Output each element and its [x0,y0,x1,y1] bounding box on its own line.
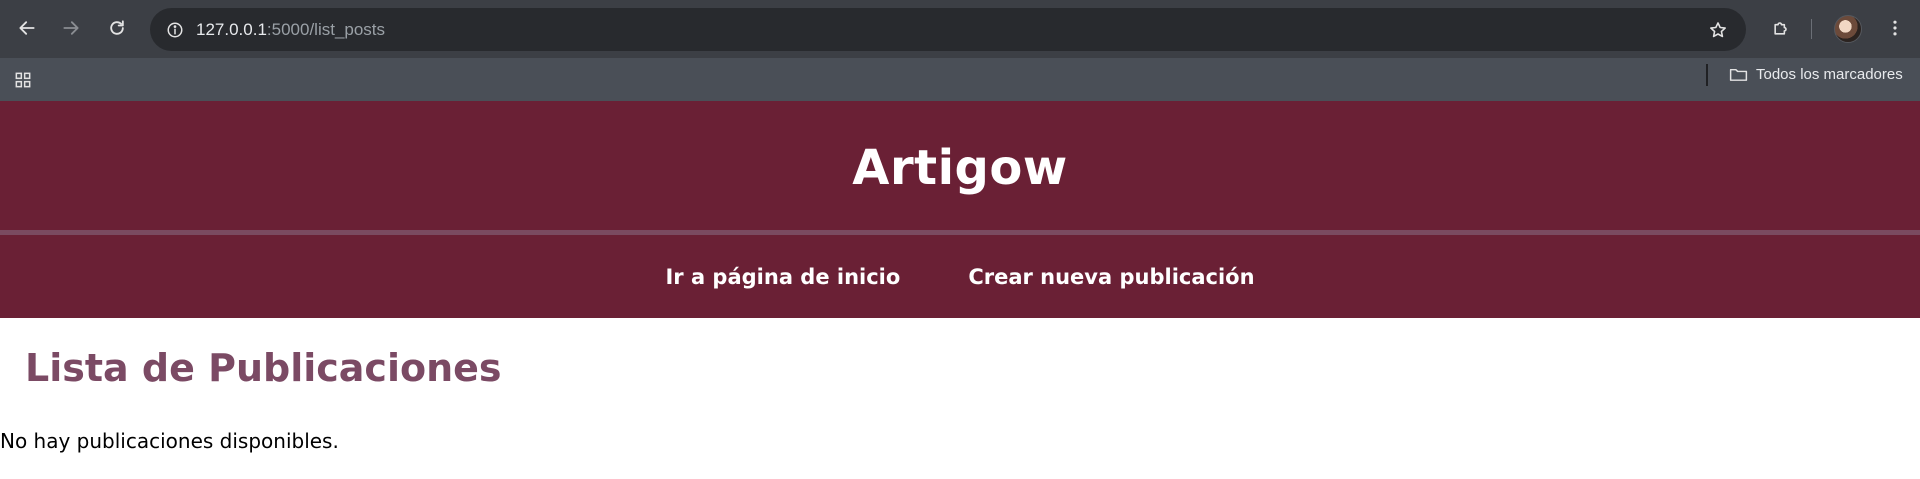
star-icon [1709,21,1726,37]
site-info-icon [167,22,182,37]
bookmarks-divider [1706,64,1708,86]
page-title: Lista de Publicaciones [25,346,502,390]
site-info-button[interactable] [158,13,191,46]
reload-icon [110,20,124,35]
bookmark-star-button[interactable] [1701,13,1734,46]
nav-new-post-link[interactable]: Crear nueva publicación [968,265,1254,289]
empty-state-message: No hay publicaciones disponibles. [0,429,339,453]
puzzle-icon [1774,22,1787,35]
site-header: Artigow [0,101,1920,230]
url-text[interactable]: 127.0.0.1:5000/list_posts [196,8,385,51]
reload-button[interactable] [98,9,136,47]
profile-avatar[interactable] [1834,15,1862,43]
nav-home-link[interactable]: Ir a página de inicio [665,265,900,289]
more-vertical-icon [1893,20,1897,36]
browser-toolbar: 127.0.0.1:5000/list_posts [0,0,1920,58]
all-bookmarks-label: Todos los marcadores [1756,66,1903,83]
all-bookmarks-button[interactable]: Todos los marcadores [1722,58,1909,91]
apps-grid-icon [15,72,31,88]
forward-button[interactable] [52,9,90,47]
url-path: :5000/list_posts [266,20,386,39]
bookmarks-bar: Todos los marcadores [0,58,1920,101]
browser-menu-button[interactable] [1876,9,1914,47]
site-nav: Ir a página de inicio Crear nueva public… [0,235,1920,318]
folder-icon [1729,68,1748,81]
address-bar[interactable]: 127.0.0.1:5000/list_posts [150,8,1746,51]
apps-button[interactable] [10,67,36,93]
extensions-button[interactable] [1762,9,1800,47]
back-button[interactable] [8,9,46,47]
url-host: 127.0.0.1 [196,20,267,39]
arrow-back-icon [19,21,35,35]
arrow-forward-icon [63,21,79,35]
toolbar-divider [1811,19,1812,39]
site-title: Artigow [852,139,1068,196]
